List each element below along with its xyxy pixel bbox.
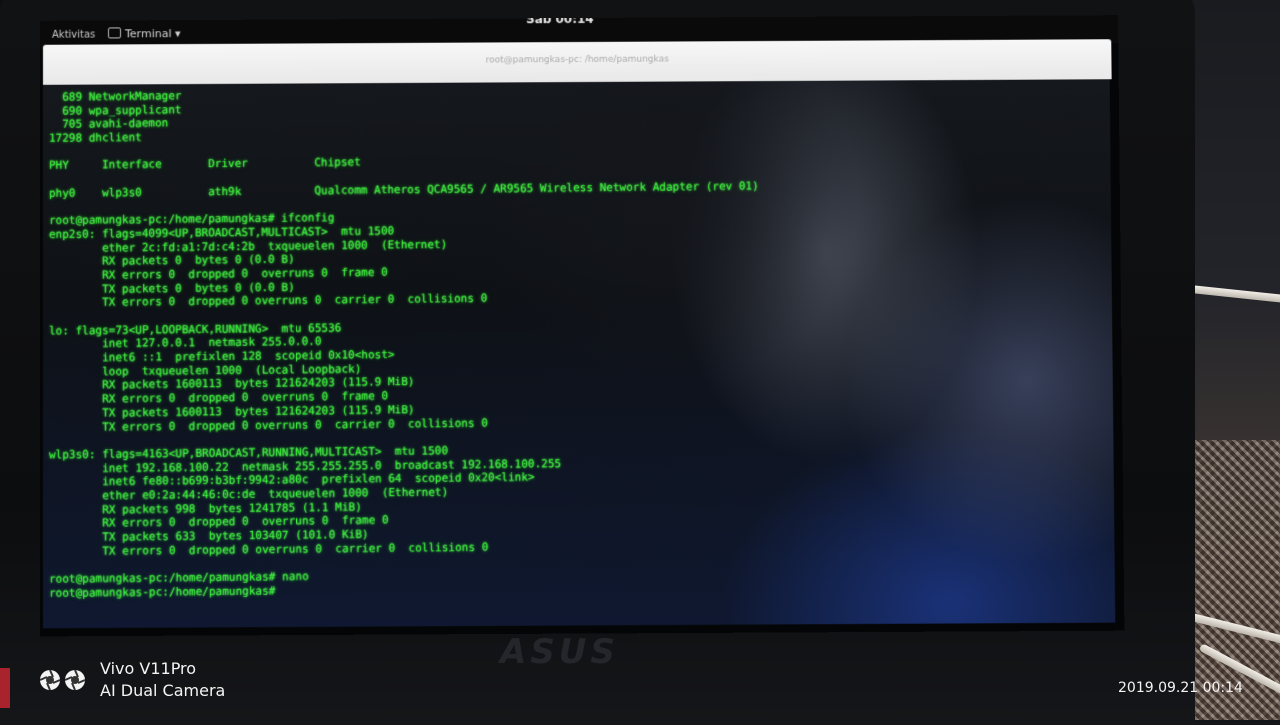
camera-model: Vivo V11Pro [100, 659, 197, 678]
app-menu-terminal[interactable]: Terminal ▾ [107, 27, 181, 41]
photo-timestamp: 2019.09.21 00:14 [1118, 680, 1243, 696]
terminal-body[interactable]: 689 NetworkManager 690 wpa_supplicant 70… [42, 79, 1116, 629]
terminal-output: 689 NetworkManager 690 wpa_supplicant 70… [49, 83, 762, 600]
activities-button[interactable]: Aktivitas [52, 30, 95, 41]
laptop-brand-logo: ASUS [500, 632, 619, 672]
camera-description: AI Dual Camera [100, 681, 226, 700]
terminal-icon [107, 27, 122, 39]
terminal-titlebar[interactable]: root@pamungkas-pc: /home/pamungkas [42, 39, 1112, 85]
phone-case-edge [0, 668, 10, 708]
terminal-title: root@pamungkas-pc: /home/pamungkas [485, 54, 669, 66]
camera-brand-icon [39, 669, 86, 691]
laptop-screen: Aktivitas Terminal ▾ Sab 00:14 root@pamu… [39, 15, 1125, 637]
app-menu-label: Terminal ▾ [125, 27, 181, 41]
